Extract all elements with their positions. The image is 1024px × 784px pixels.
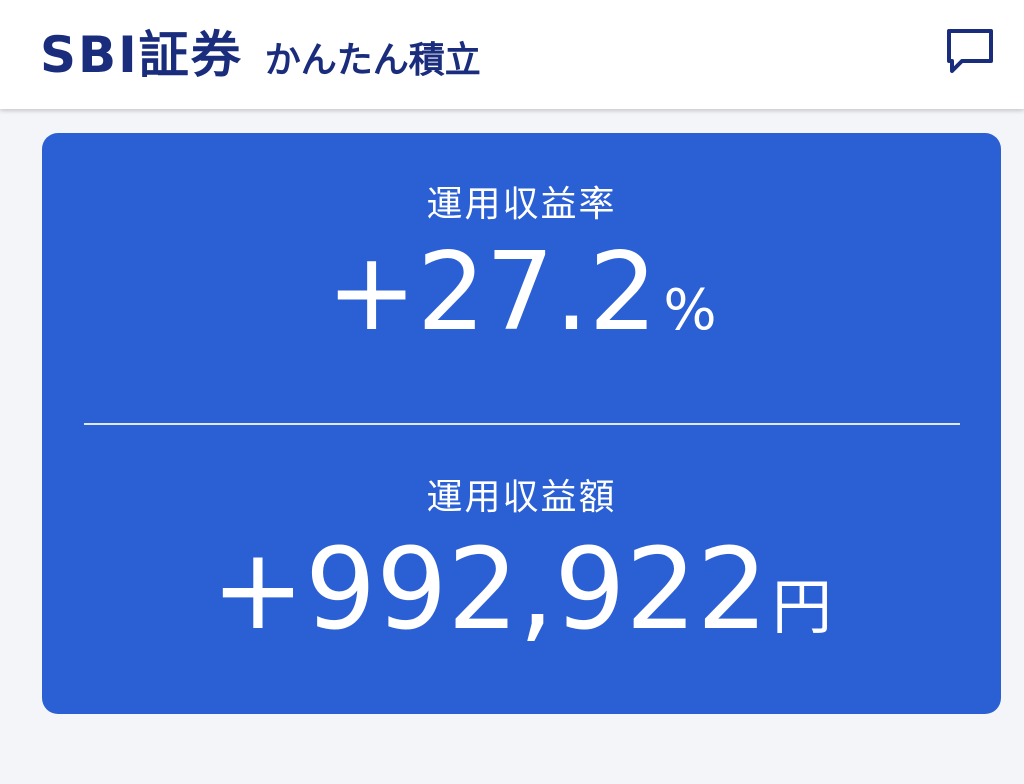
chat-button[interactable] — [944, 26, 996, 78]
performance-card: 運用収益率 +27.2% 運用収益額 +992,922円 — [42, 133, 1001, 714]
chat-bubble-icon — [947, 29, 993, 73]
return-rate-value-row: +27.2% — [42, 235, 1001, 351]
product-name: かんたん積立 — [264, 40, 481, 81]
return-rate-unit: % — [663, 278, 717, 343]
sbi-logo: SBI証券 — [40, 26, 243, 84]
return-rate-value: +27.2 — [326, 230, 658, 355]
return-amount-value: +992,922 — [211, 525, 768, 655]
brand: SBI証券 かんたん積立 — [40, 26, 481, 90]
return-rate-label: 運用収益率 — [426, 184, 617, 225]
return-amount-value-row: +992,922円 — [42, 530, 1001, 650]
app-header: SBI証券 かんたん積立 — [0, 0, 1024, 109]
return-amount-label: 運用収益額 — [426, 477, 617, 518]
return-amount-section: 運用収益額 +992,922円 — [42, 476, 1001, 650]
card-divider — [84, 423, 960, 425]
return-amount-unit: 円 — [772, 573, 832, 643]
return-rate-section: 運用収益率 +27.2% — [42, 183, 1001, 351]
